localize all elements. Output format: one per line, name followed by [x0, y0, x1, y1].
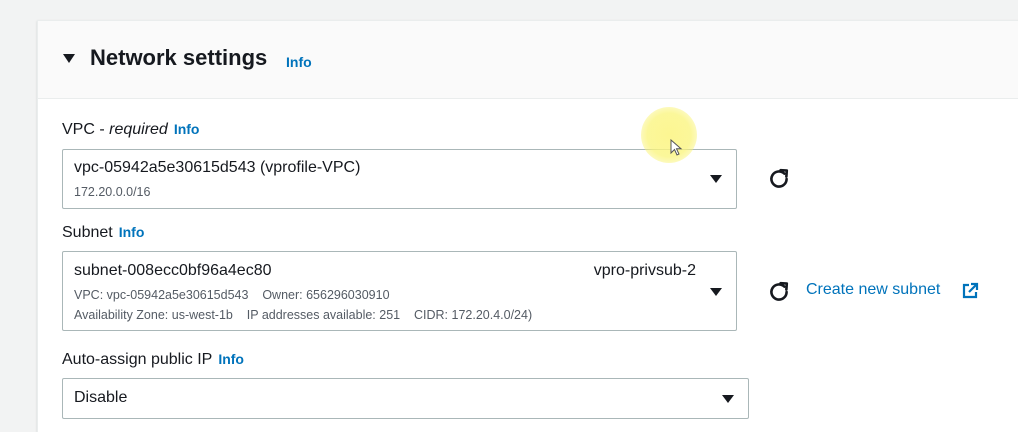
auto-assign-ip-info-link[interactable]: Info: [218, 351, 244, 367]
subnet-detail-line-2: Availability Zone: us-west-1b IP address…: [74, 308, 533, 322]
subnet-detail-line-1: VPC: vpc-05942a5e30615d543 Owner: 656296…: [74, 288, 390, 302]
network-settings-header[interactable]: Network settings Info: [38, 21, 1018, 99]
auto-assign-ip-selected-value: Disable: [74, 389, 128, 406]
external-link-icon[interactable]: [961, 282, 979, 300]
refresh-icon[interactable]: [766, 279, 792, 305]
auto-assign-ip-label-text: Auto-assign public IP: [62, 351, 213, 368]
caret-down-icon: [722, 395, 734, 403]
subnet-info-link[interactable]: Info: [119, 224, 145, 240]
auto-assign-ip-label: Auto-assign public IP Info: [62, 351, 244, 369]
subnet-selected-value: subnet-008ecc0bf96a4ec80: [74, 262, 272, 279]
subnet-label: Subnet Info: [62, 224, 144, 242]
subnet-select[interactable]: subnet-008ecc0bf96a4ec80 vpro-privsub-2 …: [62, 251, 737, 331]
vpc-required-text: required: [109, 121, 168, 138]
vpc-select[interactable]: vpc-05942a5e30615d543 (vprofile-VPC) 172…: [62, 149, 737, 209]
refresh-icon[interactable]: [766, 166, 792, 192]
caret-down-icon: [710, 288, 722, 296]
auto-assign-ip-select[interactable]: Disable: [62, 378, 749, 419]
vpc-info-link[interactable]: Info: [174, 121, 200, 137]
vpc-label-text: VPC -: [62, 121, 110, 138]
subnet-name-tag: vpro-privsub-2: [593, 262, 696, 279]
network-settings-info-link[interactable]: Info: [286, 54, 312, 70]
vpc-cidr-detail: 172.20.0.0/16: [74, 185, 151, 199]
caret-down-icon: [710, 175, 722, 183]
subnet-label-text: Subnet: [62, 224, 113, 241]
vpc-selected-value: vpc-05942a5e30615d543 (vprofile-VPC): [74, 159, 361, 176]
vpc-label: VPC - required Info: [62, 121, 199, 139]
section-title: Network settings: [90, 45, 268, 70]
create-new-subnet-link[interactable]: Create new subnet: [806, 281, 940, 299]
network-settings-panel: Network settings Info: [37, 20, 1018, 432]
caret-down-icon[interactable]: [63, 54, 75, 63]
